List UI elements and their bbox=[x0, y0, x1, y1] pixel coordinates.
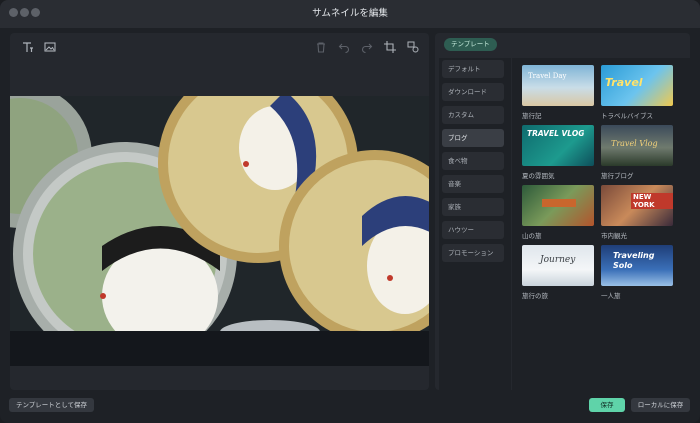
template-thumb-travel-journey[interactable]: Journey bbox=[522, 245, 594, 286]
title-bar: サムネイルを編集 bbox=[0, 0, 700, 28]
redo-icon[interactable] bbox=[359, 39, 375, 55]
editor-toolbar bbox=[10, 33, 429, 60]
template-thumb-city-sightseeing[interactable]: NEW YORK bbox=[601, 185, 673, 226]
template-overlay-text: Travel Vlog bbox=[611, 139, 658, 148]
category-food[interactable]: 食べ物 bbox=[442, 152, 504, 170]
template-overlay-text: Travel bbox=[605, 76, 643, 89]
category-download[interactable]: ダウンロード bbox=[442, 83, 504, 101]
template-grid: Travel Day 旅行記 Travel トラベルバイブス TRAVEL VL… bbox=[512, 58, 690, 390]
thumbnail-canvas[interactable] bbox=[10, 96, 429, 366]
template-thumb-travel-blog[interactable]: Travel Vlog bbox=[601, 125, 673, 166]
save-button[interactable]: 保存 bbox=[589, 398, 625, 412]
category-blog[interactable]: ブログ bbox=[442, 129, 504, 147]
text-tool-icon[interactable] bbox=[20, 39, 36, 55]
template-overlay-text: Traveling Solo bbox=[613, 251, 655, 270]
thumbnail-photo bbox=[10, 96, 429, 331]
image-tool-icon[interactable] bbox=[42, 39, 58, 55]
template-label: 市内観光 bbox=[601, 232, 627, 240]
template-thumb-solo-travel[interactable]: Traveling Solo bbox=[601, 245, 673, 286]
replace-image-icon[interactable] bbox=[405, 39, 421, 55]
category-howto[interactable]: ハウツー bbox=[442, 221, 504, 239]
category-music[interactable]: 音楽 bbox=[442, 175, 504, 193]
category-default[interactable]: デフォルト bbox=[442, 60, 504, 78]
template-overlay-text: Journey bbox=[540, 255, 576, 265]
crop-icon[interactable] bbox=[382, 39, 398, 55]
thumbnail-editor-panel bbox=[10, 33, 429, 390]
category-list: デフォルト ダウンロード カスタム ブログ 食べ物 音楽 家族 ハウツー プロモ… bbox=[439, 58, 511, 390]
save-local-button[interactable]: ローカルに保存 bbox=[631, 398, 690, 412]
delete-icon[interactable] bbox=[313, 39, 329, 55]
template-thumb-travel-diary[interactable]: Travel Day bbox=[522, 65, 594, 106]
category-promotion[interactable]: プロモーション bbox=[442, 244, 504, 262]
edit-thumbnail-window: サムネイルを編集 テンプレート デフォルト ダウンロード カスタム ブログ 食べ… bbox=[0, 0, 700, 423]
template-label: 旅行記 bbox=[522, 112, 542, 120]
template-overlay-text: TRAVEL VLOG bbox=[527, 129, 585, 138]
template-thumb-mountain-trip[interactable] bbox=[522, 185, 594, 226]
tab-templates[interactable]: テンプレート bbox=[444, 38, 497, 51]
save-as-template-button[interactable]: テンプレートとして保存 bbox=[9, 398, 94, 412]
template-label: 一人旅 bbox=[601, 292, 621, 300]
template-thumb-summer-vibe[interactable]: TRAVEL VLOG bbox=[522, 125, 594, 166]
category-family[interactable]: 家族 bbox=[442, 198, 504, 216]
template-label: 旅行ブログ bbox=[601, 172, 634, 180]
category-custom[interactable]: カスタム bbox=[442, 106, 504, 124]
template-label: トラベルバイブス bbox=[601, 112, 653, 120]
template-label: 旅行の旅 bbox=[522, 292, 548, 300]
template-thumb-travel-vibes[interactable]: Travel bbox=[601, 65, 673, 106]
template-overlay-text bbox=[542, 199, 576, 207]
template-overlay-text: Travel Day bbox=[528, 72, 567, 80]
template-label: 夏の雰囲気 bbox=[522, 172, 555, 180]
template-overlay-text: NEW YORK bbox=[631, 193, 673, 209]
window-title: サムネイルを編集 bbox=[312, 8, 388, 19]
template-label: 山の旅 bbox=[522, 232, 542, 240]
templates-panel: テンプレート デフォルト ダウンロード カスタム ブログ 食べ物 音楽 家族 ハ… bbox=[435, 33, 690, 390]
undo-icon[interactable] bbox=[336, 39, 352, 55]
